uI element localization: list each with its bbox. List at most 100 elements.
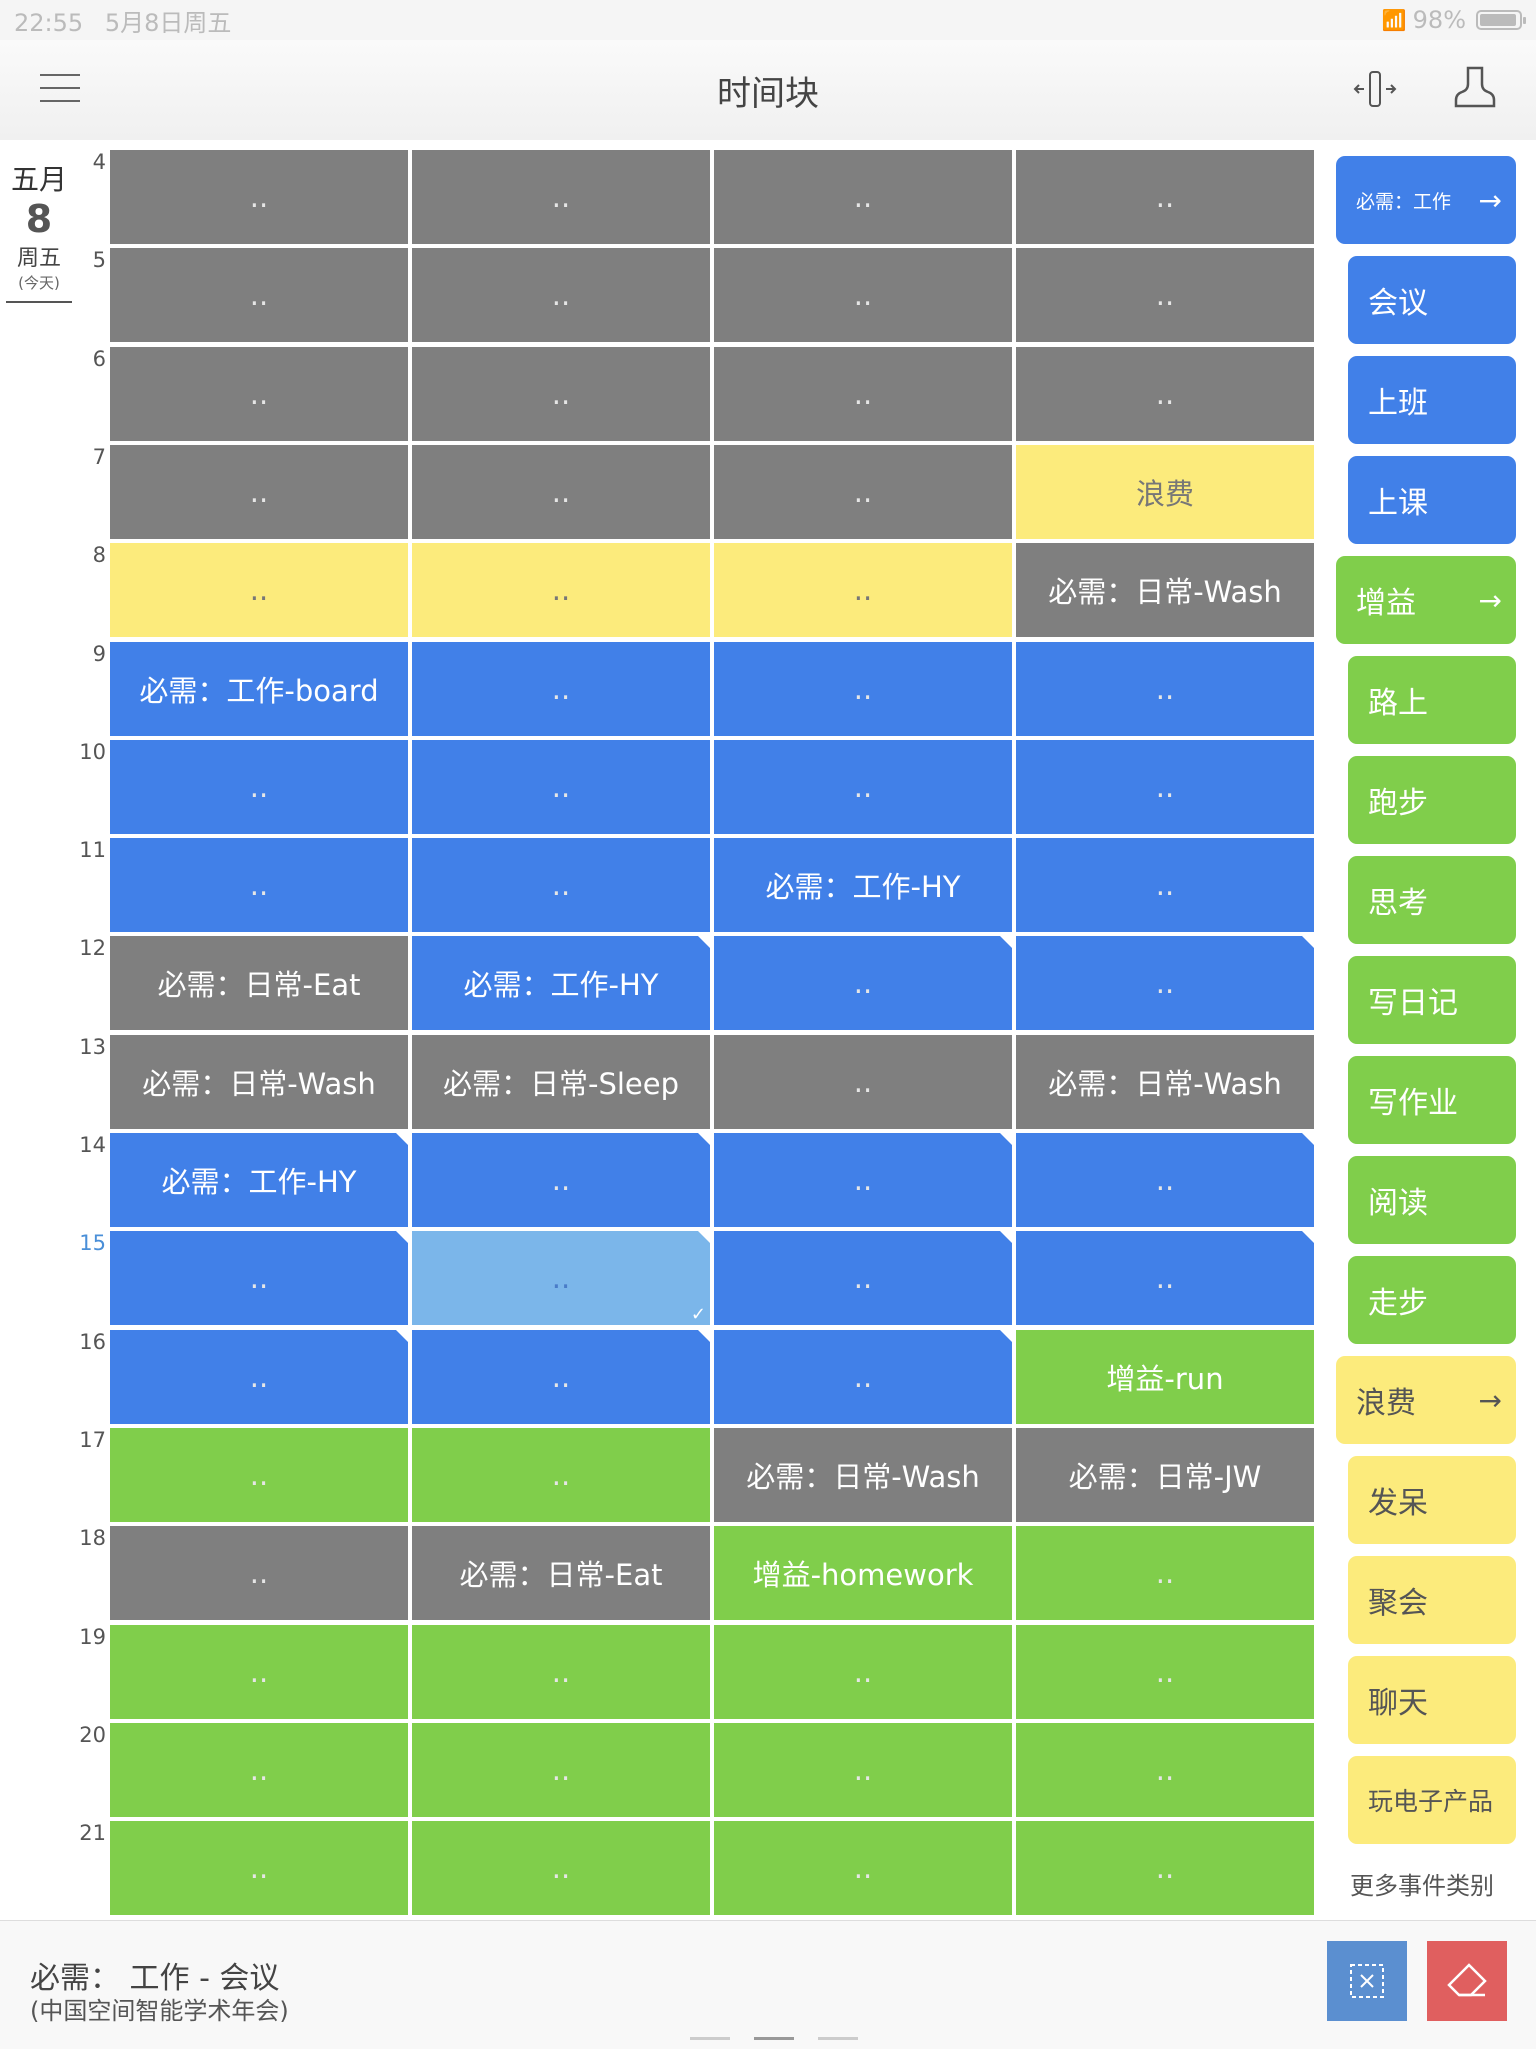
time-block[interactable]: .. xyxy=(110,739,408,834)
resize-icon[interactable] xyxy=(1352,66,1398,112)
category-group-button[interactable]: 浪费 → xyxy=(1336,1356,1516,1444)
category-button[interactable]: 上课 xyxy=(1348,456,1516,544)
time-block[interactable]: 必需：工作-HY xyxy=(412,936,710,1031)
time-block[interactable]: 必需：工作-HY xyxy=(714,838,1012,933)
erase-button[interactable] xyxy=(1427,1941,1507,2021)
category-button[interactable]: 路上 xyxy=(1348,656,1516,744)
time-block[interactable]: 必需：日常-Eat xyxy=(110,936,408,1031)
time-block[interactable]: .. xyxy=(110,444,408,539)
time-block[interactable]: 必需：日常-JW xyxy=(1016,1427,1314,1522)
time-block[interactable]: .. xyxy=(412,1722,710,1817)
time-block-label: .. xyxy=(249,1556,269,1591)
time-block[interactable]: 必需：日常-Wash xyxy=(1016,543,1314,638)
time-block[interactable]: .. xyxy=(1016,936,1314,1031)
time-block[interactable]: .. xyxy=(110,1526,408,1621)
time-block[interactable]: 必需：日常-Wash xyxy=(110,1034,408,1129)
category-button[interactable]: 发呆 xyxy=(1348,1456,1516,1544)
category-button[interactable]: 思考 xyxy=(1348,856,1516,944)
time-block[interactable]: .. xyxy=(412,1133,710,1227)
time-block-label: .. xyxy=(551,671,571,706)
category-button[interactable]: 玩电子产品 xyxy=(1348,1756,1516,1844)
category-button[interactable]: 会议 xyxy=(1348,256,1516,344)
time-block[interactable]: .. xyxy=(110,1329,408,1424)
category-group-button[interactable]: 必需：工作 → xyxy=(1336,156,1516,244)
time-block[interactable]: .. xyxy=(714,150,1012,244)
time-block[interactable]: 必需：日常-Wash xyxy=(714,1427,1012,1522)
category-button[interactable]: 走步 xyxy=(1348,1256,1516,1344)
time-block[interactable]: .. xyxy=(412,150,710,244)
time-block[interactable]: .. xyxy=(110,1427,408,1522)
time-block[interactable]: .. xyxy=(1016,1133,1314,1227)
select-area-button[interactable] xyxy=(1327,1941,1407,2021)
time-block-label: .. xyxy=(551,180,571,214)
time-block[interactable]: .. xyxy=(1016,641,1314,736)
time-block[interactable]: .. xyxy=(412,1624,710,1719)
time-block[interactable]: .. xyxy=(412,444,710,539)
category-button[interactable]: 聊天 xyxy=(1348,1656,1516,1744)
time-block[interactable]: .. xyxy=(1016,150,1314,244)
time-block[interactable]: .. xyxy=(110,838,408,933)
time-block[interactable]: 增益-run xyxy=(1016,1329,1314,1424)
time-block[interactable]: .. xyxy=(714,936,1012,1031)
time-block[interactable]: .. xyxy=(110,1624,408,1719)
time-block[interactable]: .. ✓ xyxy=(412,1231,710,1326)
arrow-right-icon: → xyxy=(1478,1383,1502,1417)
time-block[interactable]: .. xyxy=(1016,346,1314,441)
time-block[interactable]: 必需：工作-board xyxy=(110,641,408,736)
time-block[interactable]: .. xyxy=(714,1821,1012,1916)
category-button[interactable]: 写日记 xyxy=(1348,956,1516,1044)
time-block[interactable]: 必需：工作-HY xyxy=(110,1133,408,1227)
time-block[interactable]: .. xyxy=(714,543,1012,638)
time-block[interactable]: .. xyxy=(412,838,710,933)
category-button[interactable]: 阅读 xyxy=(1348,1156,1516,1244)
time-block[interactable]: 增益-homework xyxy=(714,1526,1012,1621)
time-block[interactable]: .. xyxy=(714,739,1012,834)
time-block[interactable]: .. xyxy=(714,1231,1012,1326)
time-block[interactable]: .. xyxy=(714,1624,1012,1719)
time-block[interactable]: .. xyxy=(110,1722,408,1817)
time-block[interactable]: 必需：日常-Sleep xyxy=(412,1034,710,1129)
time-block[interactable]: .. xyxy=(110,543,408,638)
category-group-button[interactable]: 增益 → xyxy=(1336,556,1516,644)
time-block[interactable]: .. xyxy=(110,248,408,343)
time-block[interactable]: 必需：日常-Wash xyxy=(1016,1034,1314,1129)
time-block[interactable]: .. xyxy=(714,1133,1012,1227)
category-button[interactable]: 跑步 xyxy=(1348,756,1516,844)
time-block[interactable]: .. xyxy=(412,1821,710,1916)
time-block[interactable]: .. xyxy=(412,641,710,736)
time-block[interactable]: .. xyxy=(1016,248,1314,343)
time-block[interactable]: .. xyxy=(1016,1821,1314,1916)
time-block[interactable]: .. xyxy=(1016,1722,1314,1817)
time-block[interactable]: .. xyxy=(412,1329,710,1424)
time-block[interactable]: .. xyxy=(412,1427,710,1522)
time-block[interactable]: .. xyxy=(1016,739,1314,834)
time-block[interactable]: .. xyxy=(1016,838,1314,933)
time-block[interactable]: .. xyxy=(412,346,710,441)
time-block[interactable]: .. xyxy=(714,444,1012,539)
time-block[interactable]: .. xyxy=(714,1329,1012,1424)
time-block[interactable]: .. xyxy=(714,1034,1012,1129)
time-block[interactable]: .. xyxy=(714,1722,1012,1817)
time-block[interactable]: .. xyxy=(412,248,710,343)
category-button[interactable]: 聚会 xyxy=(1348,1556,1516,1644)
time-block[interactable]: .. xyxy=(714,346,1012,441)
user-icon[interactable] xyxy=(1452,64,1498,112)
time-block[interactable]: .. xyxy=(1016,1231,1314,1326)
time-block[interactable]: .. xyxy=(110,1231,408,1326)
category-button[interactable]: 上班 xyxy=(1348,356,1516,444)
category-button[interactable]: 写作业 xyxy=(1348,1056,1516,1144)
time-block[interactable]: .. xyxy=(110,1821,408,1916)
time-block[interactable]: .. xyxy=(714,641,1012,736)
time-block[interactable]: .. xyxy=(110,346,408,441)
category-label: 阅读 xyxy=(1368,1186,1428,1221)
time-block[interactable]: .. xyxy=(1016,1624,1314,1719)
time-block[interactable]: .. xyxy=(714,248,1012,343)
select-area-icon xyxy=(1350,1964,1384,1998)
more-categories-link[interactable]: 更多事件类别 xyxy=(1350,1866,1494,1901)
time-block[interactable]: .. xyxy=(110,150,408,244)
time-block[interactable]: .. xyxy=(412,543,710,638)
time-block[interactable]: .. xyxy=(412,739,710,834)
time-block[interactable]: 必需：日常-Eat xyxy=(412,1526,710,1621)
time-block[interactable]: 浪费 xyxy=(1016,444,1314,539)
time-block[interactable]: .. xyxy=(1016,1526,1314,1621)
